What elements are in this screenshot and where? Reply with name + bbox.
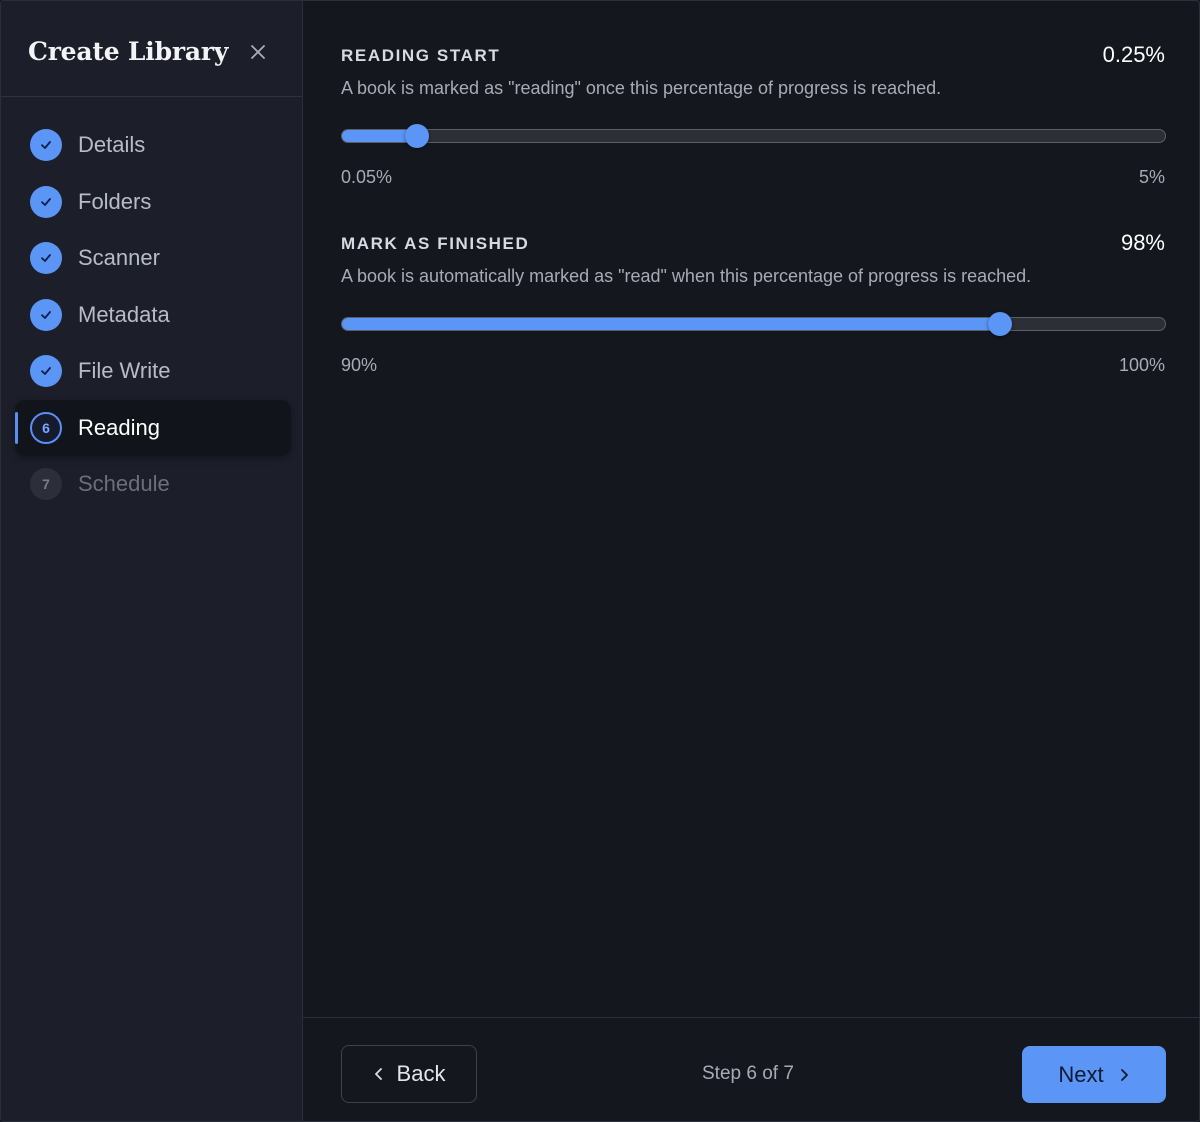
step-label: Scanner: [78, 245, 160, 270]
step-reading[interactable]: 6 Reading: [15, 399, 291, 456]
reading-start-max-label: 5%: [1138, 167, 1165, 187]
dialog-title: Create Library: [28, 37, 229, 66]
step-folders[interactable]: Folders: [15, 174, 291, 230]
mark-finished-min-label: 90%: [341, 355, 378, 375]
mark-finished-value: 98%: [1120, 230, 1165, 255]
mark-finished-title: MARK AS FINISHED: [341, 234, 530, 253]
main-panel: READING START 0.25% A book is marked as …: [303, 1, 1199, 1121]
sidebar-header: Create Library: [1, 1, 302, 97]
mark-finished-slider[interactable]: [341, 312, 1166, 336]
step-number-badge: 7: [30, 468, 62, 500]
create-library-dialog: Create Library Details Folders Scanner M…: [0, 0, 1200, 1122]
slider-fill: [342, 318, 1000, 330]
step-done-badge: [30, 298, 62, 331]
check-icon: [41, 310, 51, 319]
reading-start-slider[interactable]: [341, 124, 1166, 148]
step-number-badge: 6: [30, 411, 62, 444]
chevron-left-icon: [374, 1068, 382, 1080]
chevron-right-icon: [1120, 1068, 1128, 1081]
step-label: Details: [78, 132, 146, 157]
reading-start-title: READING START: [341, 46, 501, 65]
check-icon: [41, 254, 51, 262]
close-button[interactable]: [245, 39, 271, 65]
back-button-label: Back: [396, 1061, 446, 1086]
check-icon: [41, 197, 51, 206]
step-label: Schedule: [78, 471, 170, 496]
slider-thumb[interactable]: [987, 312, 1012, 336]
check-icon: [41, 367, 51, 375]
step-done-badge: [30, 355, 62, 387]
sidebar: Create Library Details Folders Scanner M…: [1, 1, 303, 1121]
step-metadata[interactable]: Metadata: [15, 287, 291, 343]
mark-finished-max-label: 100%: [1118, 355, 1165, 375]
reading-start-value: 0.25%: [1102, 42, 1165, 67]
step-done-badge: [30, 129, 62, 161]
step-schedule[interactable]: 7 Schedule: [15, 456, 291, 512]
next-button-label: Next: [1058, 1061, 1104, 1087]
slider-thumb[interactable]: [404, 124, 429, 148]
step-label: Reading: [78, 414, 160, 440]
step-done-badge: [30, 242, 62, 274]
back-button[interactable]: Back: [341, 1045, 477, 1103]
active-step-indicator: [15, 411, 18, 444]
step-label: Metadata: [78, 301, 170, 327]
step-scanner[interactable]: Scanner: [15, 230, 291, 286]
step-label: File Write: [78, 358, 171, 383]
step-details[interactable]: Details: [15, 117, 291, 173]
step-label: Folders: [78, 188, 152, 214]
step-file-write[interactable]: File Write: [15, 343, 291, 399]
mark-finished-description: A book is automatically marked as "read"…: [341, 266, 1032, 286]
close-icon: [251, 45, 265, 59]
next-button[interactable]: Next: [1022, 1046, 1166, 1103]
check-icon: [41, 141, 51, 149]
reading-start-min-label: 0.05%: [341, 167, 393, 187]
step-indicator: Step 6 of 7: [702, 1063, 794, 1084]
reading-start-description: A book is marked as "reading" once this …: [341, 78, 942, 98]
dialog-footer: Back Step 6 of 7 Next: [303, 1017, 1199, 1121]
step-done-badge: [30, 185, 62, 218]
